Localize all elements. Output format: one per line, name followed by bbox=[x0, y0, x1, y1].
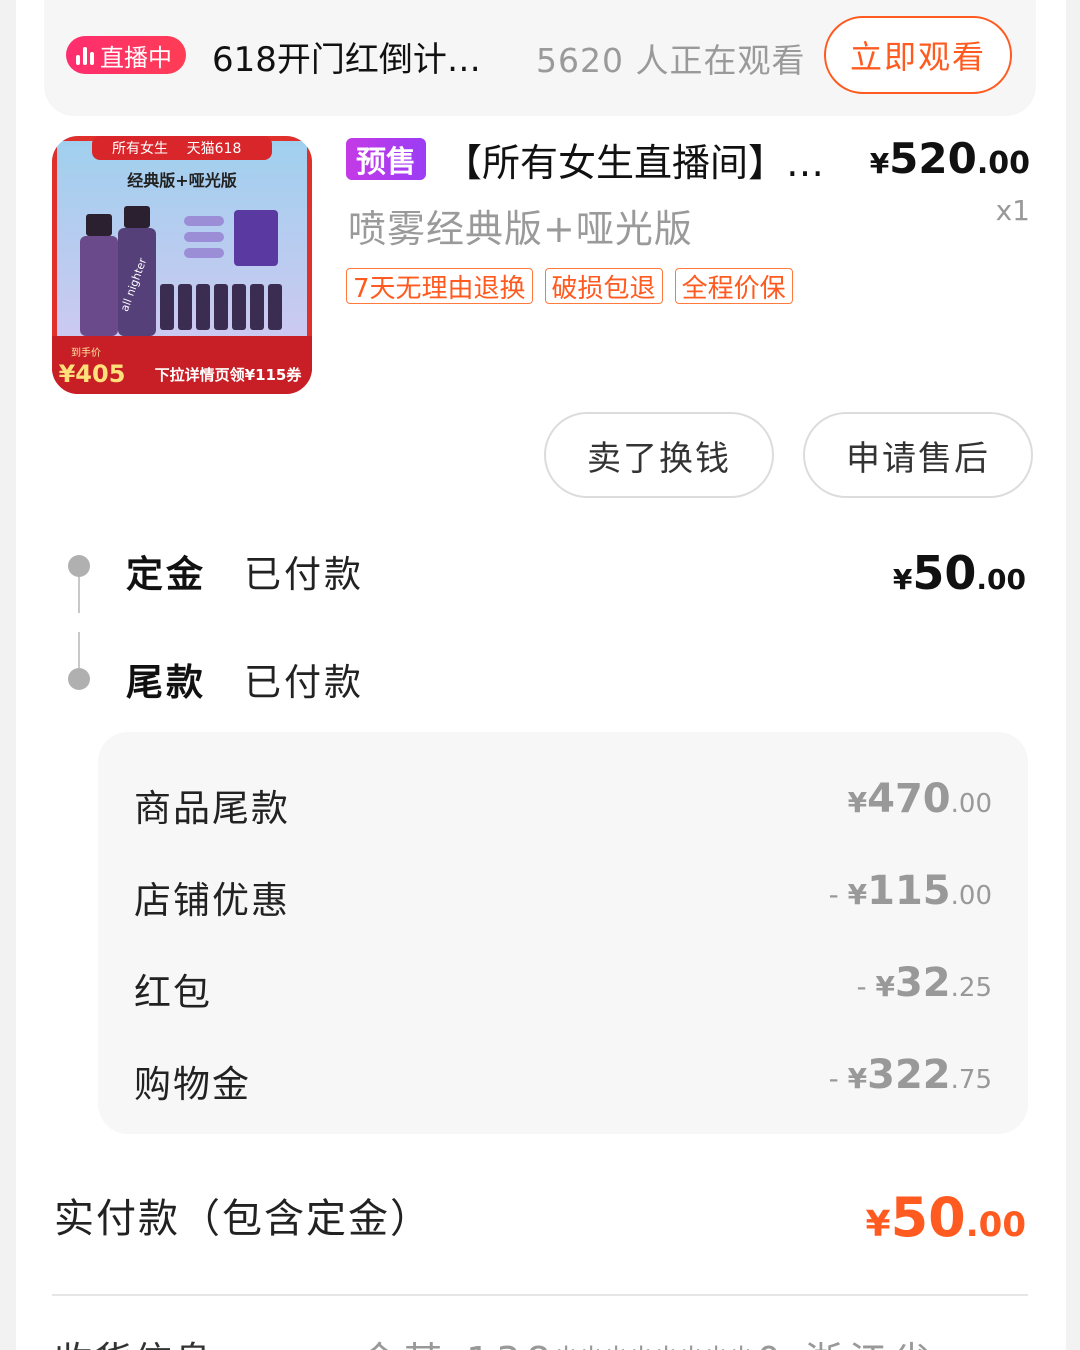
product-quantity: x1 bbox=[995, 194, 1030, 227]
final-payment-breakdown: 商品尾款 ¥470.00 店铺优惠 - ¥115.00 红包 - ¥32.25 … bbox=[98, 732, 1028, 1134]
thumb-headline: 经典版+哑光版 bbox=[127, 171, 236, 190]
breakdown-row: 商品尾款 ¥470.00 bbox=[98, 772, 1028, 832]
sell-button[interactable]: 卖了换钱 bbox=[544, 412, 774, 498]
watch-now-button[interactable]: 立即观看 bbox=[824, 16, 1012, 94]
deposit-status: 已付款 bbox=[244, 553, 364, 596]
thumb-price: ¥405 bbox=[59, 360, 126, 388]
product-price: ¥520.00 bbox=[870, 134, 1030, 183]
breakdown-amount: ¥470.00 bbox=[848, 776, 992, 822]
section-divider bbox=[52, 1294, 1028, 1296]
breakdown-row: 购物金 - ¥322.75 bbox=[98, 1048, 1028, 1108]
final-status: 已付款 bbox=[244, 661, 364, 704]
step-connector-bottom bbox=[78, 632, 80, 668]
amount-dec: .00 bbox=[950, 789, 992, 819]
breakdown-amount: - ¥322.75 bbox=[829, 1052, 992, 1098]
amount-currency: ¥ bbox=[847, 786, 868, 819]
total-paid-label: 实付款（包含定金） bbox=[54, 1196, 432, 1242]
amount-int: 32 bbox=[894, 960, 951, 1006]
total-paid-amount: ¥50.00 bbox=[866, 1186, 1026, 1249]
breakdown-label: 购物金 bbox=[134, 1063, 251, 1106]
shipping-info-value: 金某 138********0 浙江省 bbox=[360, 1330, 937, 1350]
amount-int: 322 bbox=[867, 1052, 951, 1098]
shipping-info-label: 收货信息 bbox=[54, 1330, 214, 1350]
product-price-int: 520 bbox=[889, 134, 977, 183]
thumb-coupon-text: 下拉详情页领¥115券 bbox=[155, 366, 303, 384]
total-int: 50 bbox=[890, 1186, 966, 1249]
deposit-step-dot bbox=[68, 555, 90, 577]
thumb-badge-left: 所有女生 bbox=[112, 140, 168, 157]
deposit-dec: .00 bbox=[976, 563, 1026, 596]
amount-int: 115 bbox=[867, 868, 951, 914]
breakdown-row: 店铺优惠 - ¥115.00 bbox=[98, 864, 1028, 924]
total-dec: .00 bbox=[965, 1205, 1026, 1245]
product-price-currency: ¥ bbox=[869, 147, 890, 180]
amount-int: 470 bbox=[867, 776, 951, 822]
breakdown-amount: - ¥32.25 bbox=[856, 960, 992, 1006]
final-step-dot bbox=[68, 668, 90, 690]
deposit-currency: ¥ bbox=[892, 563, 913, 596]
live-title: 618开门红倒计… bbox=[212, 40, 481, 80]
amount-prefix: - bbox=[828, 1062, 848, 1095]
amount-prefix: - bbox=[856, 970, 876, 1003]
amount-currency: ¥ bbox=[875, 970, 895, 1003]
deposit-amount: ¥50.00 bbox=[893, 546, 1026, 600]
amount-dec: .25 bbox=[950, 973, 992, 1003]
amount-dec: .00 bbox=[950, 881, 992, 911]
tag-price-protect: 全程价保 bbox=[674, 268, 793, 304]
product-price-dec: .00 bbox=[976, 146, 1030, 181]
total-currency: ¥ bbox=[865, 1204, 891, 1245]
final-label: 尾款 bbox=[126, 661, 206, 704]
step-connector-top bbox=[78, 577, 80, 613]
thumb-price-label: 到手价 bbox=[71, 346, 101, 359]
amount-currency: ¥ bbox=[847, 878, 868, 911]
service-tags: 7天无理由退换 破损包退 全程价保 bbox=[346, 268, 793, 304]
amount-currency: ¥ bbox=[847, 1062, 868, 1095]
deposit-int: 50 bbox=[912, 546, 977, 600]
breakdown-amount: - ¥115.00 bbox=[829, 868, 992, 914]
deposit-label: 定金 bbox=[126, 553, 206, 596]
breakdown-label: 店铺优惠 bbox=[134, 879, 290, 922]
amount-dec: .75 bbox=[950, 1065, 992, 1095]
breakdown-label: 商品尾款 bbox=[134, 787, 290, 830]
presale-badge: 预售 bbox=[346, 138, 426, 180]
tag-damage: 破损包退 bbox=[544, 268, 663, 304]
product-title[interactable]: 【所有女生直播间】… bbox=[444, 132, 844, 187]
product-sku: 喷雾经典版+哑光版 bbox=[348, 207, 693, 251]
live-viewer-count: 5620 人正在观看 bbox=[536, 41, 806, 80]
breakdown-label: 红包 bbox=[134, 971, 212, 1014]
live-badge: 直播中 bbox=[66, 36, 186, 74]
tag-return: 7天无理由退换 bbox=[346, 268, 533, 304]
live-badge-label: 直播中 bbox=[100, 43, 172, 72]
product-thumbnail[interactable]: 所有女生 天猫618 经典版+哑光版 all nighter 到手价 ¥405 … bbox=[52, 136, 312, 394]
thumb-badge-right: 天猫618 bbox=[187, 141, 242, 157]
breakdown-row: 红包 - ¥32.25 bbox=[98, 956, 1028, 1016]
live-banner[interactable]: 直播中 618开门红倒计… 5620 人正在观看 立即观看 bbox=[44, 0, 1036, 116]
aftersale-button[interactable]: 申请售后 bbox=[803, 412, 1033, 498]
amount-prefix: - bbox=[828, 878, 848, 911]
live-bars-icon bbox=[76, 45, 94, 65]
